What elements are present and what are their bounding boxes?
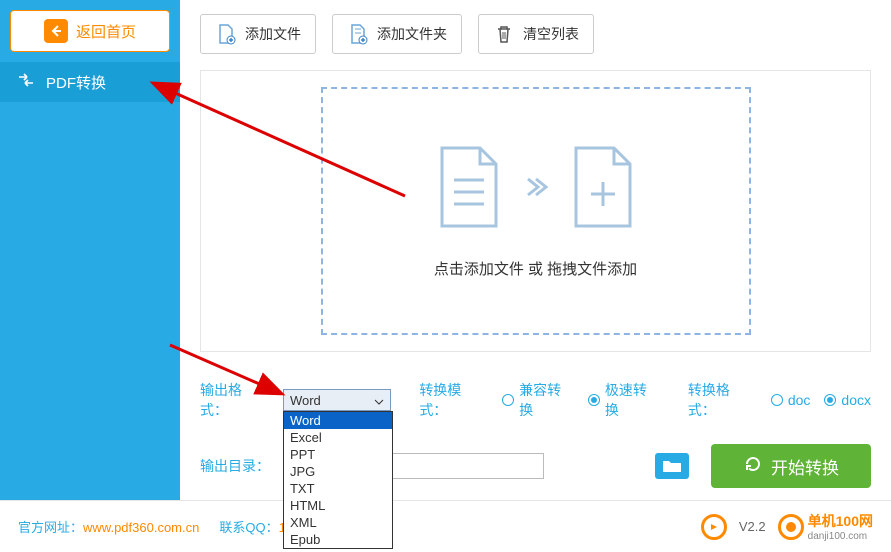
format-select[interactable]: Word Word Excel PPT JPG TXT HTML XML Epu… (283, 389, 391, 411)
footer: 官方网址：www.pdf360.com.cn 联系QQ：13 信：pdf360 … (0, 500, 891, 552)
radio-label: docx (841, 392, 871, 408)
format-option[interactable]: XML (284, 514, 392, 531)
format-option[interactable]: Epub (284, 531, 392, 548)
sidebar-item-label: PDF转换 (46, 72, 106, 93)
folder-icon (662, 459, 682, 473)
radio-fast[interactable]: 极速转换 (588, 380, 660, 420)
file-plus-icon (215, 23, 237, 45)
button-label: 清空列表 (523, 24, 579, 44)
select-head[interactable]: Word (283, 389, 391, 411)
format-dropdown: Word Excel PPT JPG TXT HTML XML Epub (283, 411, 393, 549)
radio-dot (502, 394, 514, 406)
radio-label: 兼容转换 (519, 380, 574, 420)
ext-label: 转换格式： (688, 380, 757, 420)
button-label: 添加文件夹 (377, 24, 447, 44)
folder-plus-icon (347, 23, 369, 45)
radio-compat[interactable]: 兼容转换 (502, 380, 574, 420)
qq-label: 联系QQ： (219, 520, 278, 535)
output-dir-label: 输出目录： (200, 456, 270, 476)
mode-label: 转换模式： (419, 380, 488, 420)
document-add-icon (568, 144, 638, 230)
format-option[interactable]: Word (284, 412, 392, 429)
format-option[interactable]: JPG (284, 463, 392, 480)
options-row: 输出格式： Word Word Excel PPT JPG TXT HTML X… (200, 380, 871, 420)
trash-icon (493, 23, 515, 45)
logo-icon (701, 514, 727, 540)
format-option[interactable]: PPT (284, 446, 392, 463)
home-label: 返回首页 (76, 21, 136, 42)
radio-docx[interactable]: docx (824, 392, 871, 408)
clear-list-button[interactable]: 清空列表 (478, 14, 594, 54)
button-label: 开始转换 (771, 454, 839, 479)
format-option[interactable]: HTML (284, 497, 392, 514)
radio-dot (824, 394, 836, 406)
select-value: Word (290, 393, 321, 408)
arrow-right-icon (522, 173, 550, 201)
document-icon (434, 144, 504, 230)
convert-icon (16, 70, 36, 94)
add-file-button[interactable]: 添加文件 (200, 14, 316, 54)
radio-dot (771, 394, 783, 406)
site-link[interactable]: www.pdf360.com.cn (83, 520, 199, 535)
browse-folder-button[interactable] (655, 453, 689, 479)
start-convert-button[interactable]: 开始转换 (711, 444, 871, 488)
format-option[interactable]: Excel (284, 429, 392, 446)
version-label: V2.2 (739, 519, 766, 534)
radio-doc[interactable]: doc (771, 392, 811, 408)
drop-zone[interactable]: 点击添加文件 或 拖拽文件添加 (321, 87, 751, 335)
toolbar: 添加文件 添加文件夹 清空列表 (200, 14, 871, 54)
drop-text: 点击添加文件 或 拖拽文件添加 (434, 258, 637, 279)
button-label: 添加文件 (245, 24, 301, 44)
home-button[interactable]: 返回首页 (10, 10, 170, 52)
refresh-icon (743, 454, 763, 479)
brand-name: 单机100网 (808, 511, 873, 531)
brand: 单机100网 danji100.com (778, 511, 873, 542)
radio-dot (588, 394, 600, 406)
drop-illustration (434, 144, 638, 230)
site-label: 官方网址： (18, 520, 83, 535)
radio-label: doc (788, 392, 811, 408)
back-arrow-icon (44, 19, 68, 43)
sidebar-item-pdf-convert[interactable]: PDF转换 (0, 62, 180, 102)
file-list-area: 点击添加文件 或 拖拽文件添加 (200, 70, 871, 352)
format-option[interactable]: TXT (284, 480, 392, 497)
radio-label: 极速转换 (605, 380, 660, 420)
brand-sub: danji100.com (808, 531, 873, 542)
format-label: 输出格式： (200, 380, 269, 420)
add-folder-button[interactable]: 添加文件夹 (332, 14, 462, 54)
chevron-down-icon (374, 393, 384, 408)
brand-icon (778, 514, 804, 540)
